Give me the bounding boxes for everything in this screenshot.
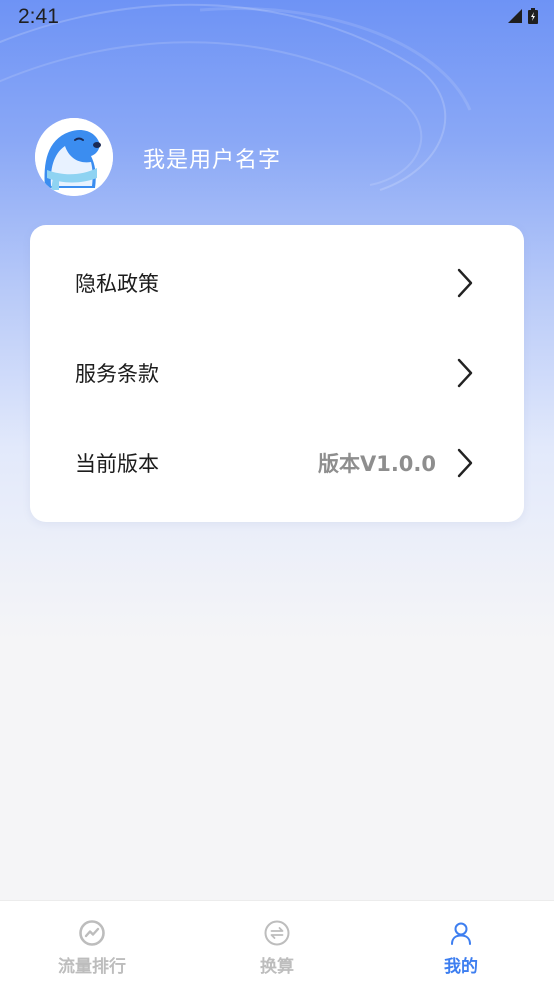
- status-time: 2:41: [18, 5, 59, 28]
- battery-icon: [528, 8, 538, 24]
- menu-item-label: 服务条款: [75, 362, 159, 386]
- profile-header: 我是用户名字: [35, 118, 515, 198]
- trend-chart-icon: [79, 920, 105, 946]
- menu-item-current-version[interactable]: 当前版本 版本V1.0.0: [30, 419, 524, 509]
- chevron-right-icon: [457, 448, 473, 478]
- menu-item-label: 隐私政策: [75, 272, 159, 296]
- signal-icon: [508, 9, 522, 23]
- version-value: 版本V1.0.0: [317, 452, 436, 476]
- settings-card: 隐私政策 服务条款 当前版本 版本V1.0.0: [30, 225, 524, 522]
- tab-label: 换算: [260, 957, 294, 977]
- menu-item-privacy-policy[interactable]: 隐私政策: [30, 239, 524, 329]
- status-bar: 2:41: [0, 0, 554, 34]
- chevron-right-icon: [457, 268, 473, 298]
- bottom-tab-bar: 流量排行 换算 我的: [0, 900, 554, 984]
- exchange-icon: [264, 920, 290, 946]
- user-icon: [451, 922, 471, 945]
- chevron-right-icon: [457, 358, 473, 388]
- tab-label: 流量排行: [58, 957, 126, 977]
- menu-item-terms-of-service[interactable]: 服务条款: [30, 329, 524, 419]
- tab-mine[interactable]: 我的: [369, 901, 553, 984]
- seal-mascot-avatar-icon: [35, 118, 113, 196]
- menu-item-label: 当前版本: [75, 452, 159, 476]
- tab-conversion[interactable]: 换算: [185, 901, 369, 984]
- tab-label: 我的: [444, 957, 478, 977]
- username: 我是用户名字: [143, 148, 282, 173]
- avatar[interactable]: [35, 118, 113, 196]
- tab-traffic-ranking[interactable]: 流量排行: [0, 901, 184, 984]
